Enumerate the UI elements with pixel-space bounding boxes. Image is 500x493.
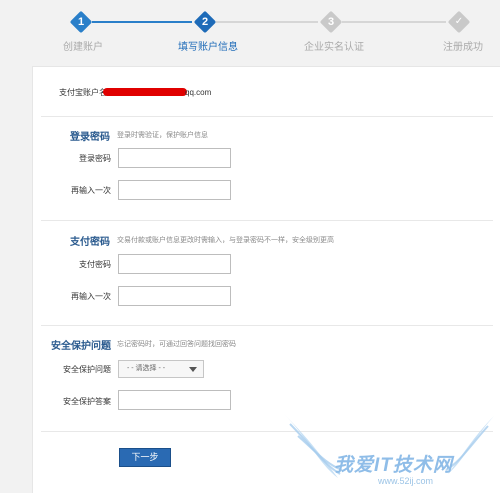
chevron-down-icon xyxy=(189,367,197,372)
security-question-selected: - - 请选择 - - xyxy=(127,365,166,372)
step-3-number: 3 xyxy=(327,16,335,28)
account-name-row: 支付宝账户名 qq.com xyxy=(59,87,211,98)
payment-password-label: 支付密码 xyxy=(79,260,111,269)
watermark-text: 我爱IT技术网 xyxy=(334,455,453,476)
login-password-input[interactable] xyxy=(118,148,231,168)
step-1-number: 1 xyxy=(77,16,85,28)
step-2-number: 2 xyxy=(201,16,209,28)
security-answer-label: 安全保护答案 xyxy=(63,397,111,406)
divider xyxy=(41,116,493,117)
next-step-button[interactable]: 下一步 xyxy=(119,448,171,467)
progress-line-pending xyxy=(342,21,446,23)
step-3-label: 企业实名认证 xyxy=(304,42,364,53)
security-answer-input[interactable] xyxy=(118,390,231,410)
payment-password-hint: 交易付款或账户信息更改时需输入，与登录密码不一样，安全级别更高 xyxy=(117,237,334,244)
account-name-label: 支付宝账户名 xyxy=(59,88,107,97)
login-password-confirm-input[interactable] xyxy=(118,180,231,200)
payment-password-confirm-label: 再输入一次 xyxy=(71,292,111,301)
watermark-url: www.52ij.com xyxy=(378,476,434,486)
progress-line-pending xyxy=(216,21,318,23)
payment-password-input[interactable] xyxy=(118,254,231,274)
security-question-section-title: 安全保护问题 xyxy=(51,341,111,352)
divider xyxy=(41,325,493,326)
step-4-label: 注册成功 xyxy=(443,42,483,53)
login-password-section-title: 登录密码 xyxy=(70,132,110,143)
security-question-hint: 忘记密码时，可通过回答问题找回密码 xyxy=(117,341,236,348)
payment-password-section-title: 支付密码 xyxy=(70,237,110,248)
login-password-confirm-label: 再输入一次 xyxy=(71,186,111,195)
login-password-hint: 登录时需验证，保护账户信息 xyxy=(117,132,208,139)
step-2-label: 填写账户信息 xyxy=(178,42,238,53)
checkmark-icon: ✓ xyxy=(454,16,464,27)
redaction-mark xyxy=(103,88,187,96)
account-name-value: qq.com xyxy=(185,88,212,97)
divider xyxy=(41,220,493,221)
progress-line-done xyxy=(92,21,192,23)
security-question-select[interactable]: - - 请选择 - - xyxy=(118,360,204,378)
progress-steps: 1 创建账户 2 填写账户信息 3 企业实名认证 ✓ 注册成功 xyxy=(0,0,500,60)
login-password-label: 登录密码 xyxy=(79,154,111,163)
security-question-label: 安全保护问题 xyxy=(63,365,111,374)
step-1-label: 创建账户 xyxy=(63,42,103,53)
payment-password-confirm-input[interactable] xyxy=(118,286,231,306)
